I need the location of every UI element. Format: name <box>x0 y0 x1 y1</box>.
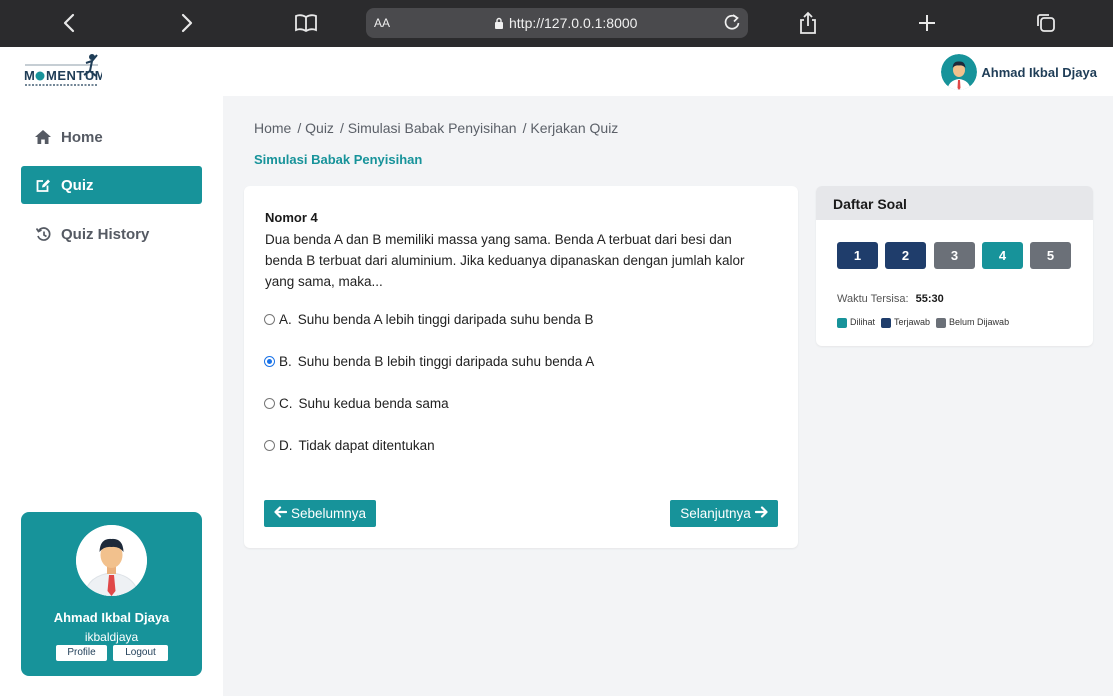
url-display[interactable]: http://127.0.0.1:8000 <box>494 15 637 31</box>
browser-toolbar: AA http://127.0.0.1:8000 <box>0 0 1113 47</box>
avatar <box>941 54 978 90</box>
option-text: Tidak dapat ditentukan <box>298 438 435 453</box>
option-letter: B. <box>279 354 292 369</box>
previous-button[interactable]: Sebelumnya <box>264 500 376 527</box>
bookmarks-icon[interactable] <box>291 9 321 37</box>
option-text: Suhu benda A lebih tinggi daripada suhu … <box>297 312 594 327</box>
svg-text:MENTUM: MENTUM <box>46 68 102 83</box>
option-d[interactable]: D. Tidak dapat ditentukan <box>264 438 435 453</box>
option-letter: A. <box>279 312 292 327</box>
status-legend: Dilihat Terjawab Belum Dijawab <box>837 317 1009 328</box>
option-c[interactable]: C. Suhu kedua benda sama <box>264 396 449 411</box>
legend-unanswered: Belum Dijawab <box>936 317 1009 328</box>
home-icon <box>35 129 51 145</box>
question-button-2[interactable]: 2 <box>885 242 926 269</box>
breadcrumb-quiz[interactable]: / Quiz <box>297 120 334 136</box>
legend-label: Terjawab <box>894 317 931 327</box>
profile-card: Ahmad Ikbal Djaya ikbaldjaya Profile Log… <box>21 512 202 676</box>
legend-swatch <box>881 317 892 328</box>
option-text: Suhu kedua benda sama <box>298 396 449 411</box>
url-text: http://127.0.0.1:8000 <box>509 15 638 31</box>
arrow-left-icon <box>274 506 288 521</box>
new-tab-icon[interactable] <box>912 9 942 37</box>
history-icon <box>35 226 51 242</box>
option-c-radio[interactable] <box>264 398 275 409</box>
legend-label: Dilihat <box>850 317 876 327</box>
breadcrumb-home[interactable]: Home <box>254 120 291 136</box>
tabs-overview-icon[interactable] <box>1031 9 1061 37</box>
sidebar-item-quiz[interactable]: Quiz <box>21 166 202 204</box>
header-user-name: Ahmad Ikbal Djaya <box>981 64 1097 80</box>
svg-text:M: M <box>24 68 35 83</box>
option-b-radio[interactable] <box>264 356 275 367</box>
share-icon[interactable] <box>793 9 823 37</box>
option-text: Suhu benda B lebih tinggi daripada suhu … <box>297 354 595 369</box>
sidebar-item-label: Quiz <box>61 176 94 194</box>
breadcrumb: Home / Quiz / Simulasi Babak Penyisihan … <box>254 120 618 136</box>
question-text: Dua benda A dan B memiliki massa yang sa… <box>265 232 745 289</box>
profile-name: Ahmad Ikbal Djaya <box>53 610 170 625</box>
question-button-4[interactable]: 4 <box>982 242 1023 269</box>
header-user[interactable]: Ahmad Ikbal Djaya <box>941 54 1097 90</box>
timer-label: Waktu Tersisa: <box>837 293 909 305</box>
sidebar-item-home[interactable]: Home <box>21 118 202 156</box>
momentum-logo[interactable]: M MENTUM <box>22 51 106 91</box>
legend-answered: Terjawab <box>881 317 930 328</box>
sidebar-item-quiz-history[interactable]: Quiz History <box>21 215 202 253</box>
option-a-radio[interactable] <box>264 314 275 325</box>
arrow-right-icon <box>754 506 768 521</box>
option-d-radio[interactable] <box>264 440 275 451</box>
legend-label: Belum Dijawab <box>949 317 1010 327</box>
option-b[interactable]: B. Suhu benda B lebih tinggi daripada su… <box>264 354 594 369</box>
option-letter: D. <box>279 438 293 453</box>
question-list-card: Daftar Soal 1 2 3 4 5 Waktu Tersisa: 55:… <box>816 186 1093 346</box>
question-button-5[interactable]: 5 <box>1030 242 1071 269</box>
sidebar: Home Quiz Quiz History Ahmad Ikbal Djaya… <box>0 96 223 696</box>
breadcrumb-simulasi[interactable]: / Simulasi Babak Penyisihan <box>340 120 517 136</box>
sidebar-item-label: Home <box>61 128 103 146</box>
question-number: Nomor 4 <box>265 210 318 225</box>
option-a[interactable]: A. Suhu benda A lebih tinggi daripada su… <box>264 312 594 327</box>
app-header: M MENTUM Ahmad Ikbal Djaya <box>0 47 1113 96</box>
forward-icon[interactable] <box>172 9 202 37</box>
avatar <box>76 525 147 596</box>
logout-button[interactable]: Logout <box>113 645 168 661</box>
question-button-1[interactable]: 1 <box>837 242 878 269</box>
legend-swatch <box>837 317 847 328</box>
profile-username: ikbaldjaya <box>84 630 139 644</box>
address-bar[interactable]: AA http://127.0.0.1:8000 <box>366 8 748 38</box>
profile-button[interactable]: Profile <box>56 645 107 661</box>
question-list-title: Daftar Soal <box>816 186 1093 220</box>
page-title: Simulasi Babak Penyisihan <box>254 152 423 167</box>
legend-viewed: Dilihat <box>837 317 875 328</box>
back-icon[interactable] <box>54 9 84 37</box>
previous-label: Sebelumnya <box>290 506 367 521</box>
question-button-3[interactable]: 3 <box>934 242 975 269</box>
text-size-button[interactable]: AA <box>374 16 390 30</box>
question-card: Nomor 4 Dua benda A dan B memiliki massa… <box>244 186 798 548</box>
next-button[interactable]: Selanjutnya <box>670 500 778 527</box>
sidebar-item-label: Quiz History <box>61 225 150 243</box>
next-label: Selanjutnya <box>680 506 751 521</box>
legend-swatch <box>936 317 947 328</box>
option-letter: C. <box>279 396 293 411</box>
lock-icon <box>495 17 503 29</box>
breadcrumb-current: / Kerjakan Quiz <box>522 120 619 136</box>
timer-value: 55:30 <box>915 293 944 305</box>
reload-icon[interactable] <box>722 12 742 37</box>
edit-icon <box>35 177 51 193</box>
timer: Waktu Tersisa: 55:30 <box>837 293 944 305</box>
